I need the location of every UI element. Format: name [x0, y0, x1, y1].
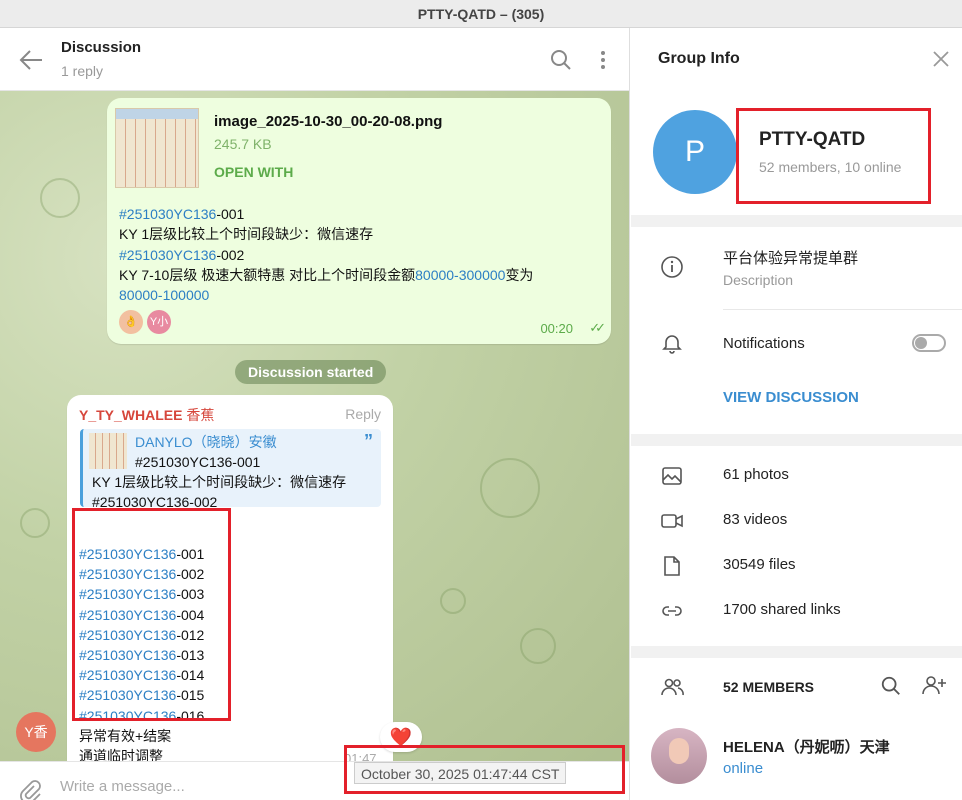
quoted-line-1: #251030YC136-001	[135, 454, 261, 470]
text-segment: 异常有效+结案	[79, 727, 172, 744]
chat-header: Discussion 1 reply	[0, 28, 629, 91]
member-avatar[interactable]	[651, 728, 707, 784]
sender-name[interactable]: Y_TY_WHALEE 香蕉	[79, 405, 214, 425]
message-input[interactable]: Write a message...	[60, 778, 185, 795]
back-arrow-icon[interactable]	[18, 48, 44, 72]
image-thumbnail[interactable]	[115, 108, 199, 188]
member-name[interactable]: HELENA（丹妮呖）天津	[723, 736, 890, 757]
divider	[723, 309, 962, 310]
close-icon[interactable]	[932, 50, 950, 68]
date-tooltip: October 30, 2025 01:47:44 CST	[354, 762, 567, 784]
text-segment: 变为	[505, 266, 534, 283]
members-section: 52 MEMBERS HELENA（丹妮呖）天津 online	[631, 658, 962, 800]
shared-media-item[interactable]: 61 photos	[723, 466, 789, 483]
quoted-lines: KY 1层级比较上个时间段缺少：微信速存 #251030YC136-002	[92, 472, 346, 512]
service-message: Discussion started	[235, 360, 387, 384]
reaction-chip[interactable]: 👌	[119, 310, 143, 334]
hashtag-link[interactable]: #251030YC136	[119, 206, 216, 222]
members-header: 52 MEMBERS	[723, 679, 815, 695]
info-icon	[661, 256, 683, 278]
message-line: 异常有效+结案	[79, 726, 204, 746]
reply-link[interactable]: Reply	[345, 406, 381, 422]
photo-icon	[662, 467, 682, 485]
file-name: image_2025-10-30_00-20-08.png	[214, 113, 443, 130]
window-title: PTTY-QATD – (305)	[0, 0, 962, 28]
member-status: online	[723, 760, 764, 777]
group-info-panel: Group Info P PTTY-QATD 52 members, 10 on…	[631, 28, 962, 800]
notifications-toggle[interactable]	[912, 334, 946, 352]
reactions: 👌 Y小	[119, 310, 171, 334]
sender-username: Y_TY_WHALEE	[79, 407, 183, 423]
chat-subtitle: 1 reply	[61, 63, 104, 79]
message-line: KY 7-10层级 极速大额特惠 对比上个时间段金额80000-300000变为	[119, 265, 599, 285]
shared-media-item[interactable]: 30549 files	[723, 556, 796, 573]
file-message-text: #251030YC136-001 KY 1层级比较上个时间段缺少：微信速存 #251…	[119, 204, 599, 305]
chat-title: Discussion	[61, 39, 142, 56]
group-avatar[interactable]: P	[653, 110, 737, 194]
file-icon	[664, 556, 680, 576]
quoted-image-thumbnail	[89, 433, 127, 469]
quoted-line-2: KY 1层级比较上个时间段缺少：微信速存	[92, 474, 347, 490]
quoted-message[interactable]: DANYLO（晓晓）安徽 ” #251030YC136-001 KY 1层级比较…	[80, 429, 381, 510]
shared-media-item[interactable]: 83 videos	[723, 511, 787, 528]
description-label: Description	[723, 272, 794, 288]
quoted-author: DANYLO（晓晓）安徽	[135, 434, 277, 450]
view-discussion-button[interactable]: VIEW DISCUSSION	[723, 389, 859, 406]
text-segment: -002	[216, 246, 245, 263]
message-line: #251030YC136-001	[119, 204, 599, 224]
file-message-bubble[interactable]: image_2025-10-30_00-20-08.png 245.7 KB O…	[107, 98, 611, 344]
notifications-label: Notifications	[723, 335, 805, 352]
members-icon	[661, 678, 684, 696]
shared-media-section: 61 photos 83 videos 30549 files 1700 shared…	[631, 446, 962, 646]
quote-icon: ”	[364, 431, 373, 451]
read-checkmarks-icon: ✓✓	[589, 320, 606, 335]
reaction-chip[interactable]: Y小	[147, 310, 171, 334]
chat-panel: Discussion 1 reply image_2025-10-30_00-2…	[0, 28, 630, 800]
group-details-section: 平台体验异常提单群 Description Notifications VIEW…	[631, 227, 962, 434]
message-line: #251030YC136-002	[119, 245, 599, 265]
search-members-icon[interactable]	[880, 675, 902, 697]
open-with-button[interactable]: OPEN WITH	[214, 164, 293, 180]
highlight-box	[72, 508, 231, 721]
link-icon	[662, 606, 682, 616]
group-info-header: Group Info P PTTY-QATD 52 members, 10 on…	[631, 28, 962, 215]
add-member-icon[interactable]	[921, 673, 947, 697]
text-segment: KY 1层级比较上个时间段缺少：微信速存	[119, 226, 374, 243]
video-icon	[661, 514, 683, 528]
sender-avatar[interactable]: Y香	[16, 712, 56, 752]
message-time: 00:20	[540, 321, 573, 336]
group-description: 平台体验异常提单群	[723, 250, 859, 267]
hashtag-link[interactable]: 80000-100000	[119, 287, 209, 303]
more-options-icon[interactable]	[591, 48, 615, 72]
message-line: KY 1层级比较上个时间段缺少：微信速存	[119, 224, 599, 244]
hashtag-link[interactable]: #251030YC136	[119, 247, 216, 263]
bell-icon	[662, 335, 682, 354]
attach-icon[interactable]	[16, 778, 42, 800]
text-segment: KY 7-10层级 极速大额特惠 对比上个时间段金额	[119, 266, 416, 283]
hashtag-link[interactable]: 80000-300000	[415, 267, 505, 283]
panel-title: Group Info	[658, 50, 740, 67]
shared-media-item[interactable]: 1700 shared links	[723, 601, 841, 618]
sender-nick: 香蕉	[186, 407, 215, 423]
search-icon[interactable]	[549, 48, 573, 72]
highlight-box	[736, 108, 931, 204]
text-segment: -001	[216, 206, 245, 222]
file-size: 245.7 KB	[214, 136, 272, 152]
message-line: 80000-100000	[119, 285, 599, 305]
